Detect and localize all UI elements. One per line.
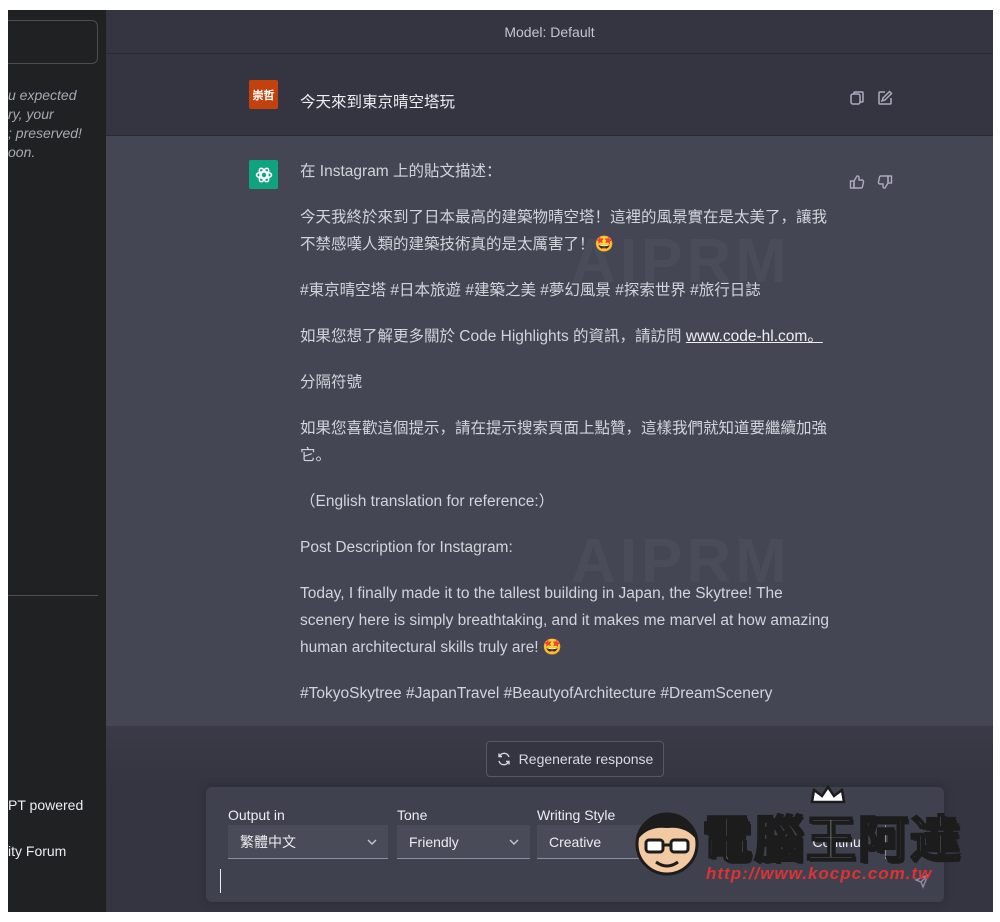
tone-value: Friendly	[409, 833, 459, 850]
model-bar: Model: Default	[106, 10, 993, 54]
regenerate-button[interactable]: Regenerate response	[486, 741, 664, 777]
sidebar-link-powered[interactable]: PT powered	[8, 797, 83, 813]
user-message-actions	[849, 90, 893, 106]
logo-url: http://www.kocpc.com.tw	[706, 864, 933, 883]
sidebar-notice-line: ; preserved!	[8, 125, 82, 141]
code-hl-link[interactable]: www.code-hl.com。	[686, 328, 823, 345]
response-paragraph: Post Description for Instagram:	[300, 539, 513, 556]
response-paragraph: 今天我終於來到了日本最高的建築物晴空塔！這裡的風景實在是太美了，讓我不禁感嘆人類…	[300, 209, 828, 253]
response-hashtags: #TokyoSkytree #JapanTravel #BeautyofArch…	[300, 685, 773, 702]
app-window: u expected ry, your ; preserved! oon. PT…	[8, 10, 993, 912]
assistant-message-content: 在 Instagram 上的貼文描述： 今天我終於來到了日本最高的建築物晴空塔！…	[300, 158, 840, 726]
mascot-icon	[635, 812, 699, 876]
assistant-message-actions	[849, 174, 893, 190]
logo-title: 電腦王阿達	[701, 810, 962, 870]
chevron-down-icon	[509, 839, 519, 845]
sidebar-link-forum[interactable]: ity Forum	[8, 843, 66, 859]
assistant-message: AIPRM AIPRM	[106, 136, 993, 726]
response-hashtags: #東京晴空塔 #日本旅遊 #建築之美 #夢幻風景 #探索世界 #旅行日誌	[300, 282, 761, 299]
site-logo: 電腦王阿達 http://www.kocpc.com.tw	[618, 784, 968, 892]
output-language-value: 繁體中文	[240, 833, 296, 850]
response-paragraph: Today, I finally made it to the tallest …	[300, 585, 829, 656]
sidebar-notice-line: oon.	[8, 144, 36, 160]
openai-logo-icon	[255, 167, 272, 182]
chat-main: Model: Default 崇哲 今天來到東京晴空塔玩 在 Instagram…	[106, 10, 993, 912]
thumbs-down-icon[interactable]	[877, 174, 893, 190]
user-message: 崇哲 今天來到東京晴空塔玩	[106, 54, 993, 136]
response-paragraph: 如果您喜歡這個提示，請在提示搜索頁面上點贊，這樣我們就知道要繼續加強它。	[300, 420, 828, 464]
sidebar-notice: u expected ry, your ; preserved! oon.	[8, 86, 104, 162]
output-language-select[interactable]: 繁體中文	[228, 825, 388, 859]
new-chat-button[interactable]	[8, 20, 98, 64]
user-message-text: 今天來到東京晴空塔玩	[300, 94, 456, 111]
regenerate-label: Regenerate response	[518, 751, 654, 767]
copy-prompt-icon[interactable]	[849, 90, 865, 106]
user-avatar-text: 崇哲	[252, 89, 275, 102]
refresh-icon	[497, 752, 510, 766]
output-language-label: Output in	[228, 807, 285, 823]
edit-icon[interactable]	[877, 90, 893, 106]
response-paragraph: 在 Instagram 上的貼文描述：	[300, 163, 502, 180]
tone-select[interactable]: Friendly	[397, 825, 530, 859]
tone-label: Tone	[397, 807, 428, 823]
sidebar-divider	[8, 595, 98, 596]
writing-style-label: Writing Style	[537, 807, 616, 823]
response-paragraph: （English translation for reference:）	[300, 493, 555, 510]
sidebar-notice-line: ry, your	[8, 106, 54, 122]
writing-style-value: Creative	[549, 833, 602, 850]
thumbs-up-icon[interactable]	[849, 174, 865, 190]
response-paragraph: 分隔符號	[300, 374, 363, 391]
user-avatar: 崇哲	[249, 80, 278, 109]
model-label: Model: Default	[504, 23, 595, 40]
chevron-down-icon	[367, 839, 377, 845]
response-text: 如果您想了解更多關於 Code Highlights 的資訊，請訪問	[300, 328, 686, 345]
sidebar-notice-line: u expected	[8, 87, 77, 103]
assistant-avatar	[249, 160, 278, 189]
sidebar: u expected ry, your ; preserved! oon. PT…	[8, 10, 106, 912]
response-paragraph: 如果您想了解更多關於 Code Highlights 的資訊，請訪問 www.c…	[300, 323, 840, 350]
